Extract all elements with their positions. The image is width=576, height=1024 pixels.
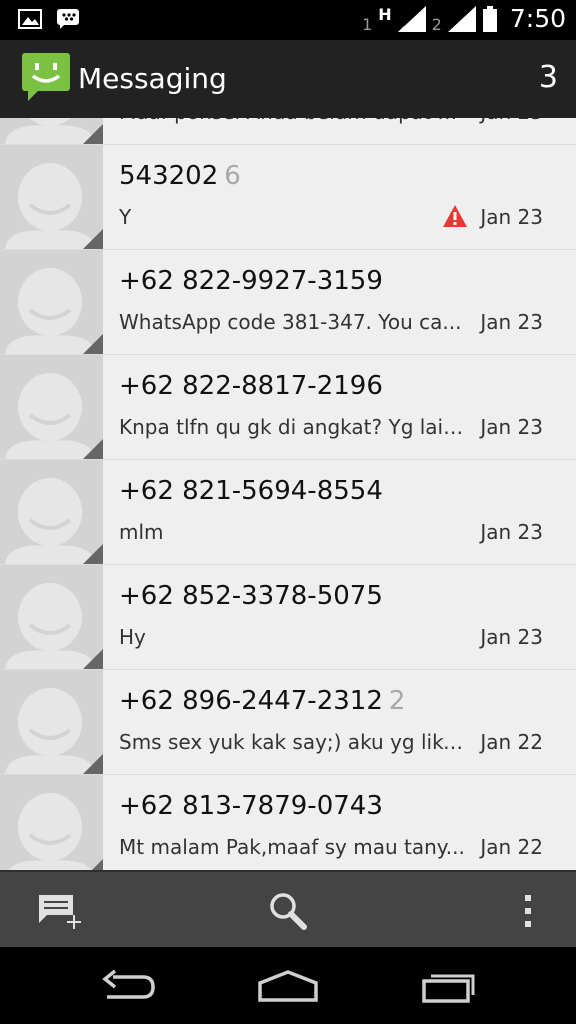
message-count: 2 bbox=[388, 686, 406, 716]
navigation-bar bbox=[0, 947, 576, 1024]
search-icon bbox=[270, 892, 307, 930]
messaging-app-icon[interactable] bbox=[22, 53, 70, 101]
conversation-row[interactable]: +62 852-3378-5075 Hy Jan 23 bbox=[0, 565, 576, 670]
contact-name: +62 852-3378-5075 bbox=[119, 581, 383, 611]
recents-button[interactable] bbox=[390, 947, 510, 1024]
conversation-row[interactable]: +62 896-2447-2312 2 Sms sex yuk kak say;)… bbox=[0, 670, 576, 775]
default-contact-icon bbox=[0, 670, 103, 774]
message-snippet: mlm bbox=[119, 520, 164, 544]
contact-avatar[interactable] bbox=[0, 670, 103, 774]
app-title: Messaging bbox=[78, 62, 227, 95]
contact-name: +62 821-5694-8554 bbox=[119, 476, 383, 506]
bottom-action-bar bbox=[0, 870, 576, 949]
gallery-notification-icon bbox=[18, 9, 42, 29]
status-bar: 1 H 2 7:50 bbox=[0, 0, 576, 40]
overflow-menu-button[interactable] bbox=[468, 872, 576, 949]
conversation-row[interactable]: +62 821-5694-8554 mlm Jan 23 bbox=[0, 460, 576, 565]
signal-sim1-icon bbox=[397, 5, 426, 32]
default-contact-icon bbox=[0, 460, 103, 564]
back-button[interactable] bbox=[68, 947, 188, 1024]
contact-avatar[interactable] bbox=[0, 118, 103, 144]
conversation-row[interactable]: Maaf ponsel Anda belum dapat di... Jan 2… bbox=[0, 118, 576, 145]
contact-avatar[interactable] bbox=[0, 145, 103, 249]
home-icon bbox=[258, 969, 318, 1002]
home-button[interactable] bbox=[228, 947, 348, 1024]
contact-name: +62 822-8817-2196 bbox=[119, 371, 383, 401]
unread-count-badge: 3 bbox=[538, 60, 558, 95]
network-type-label: H bbox=[378, 5, 392, 24]
contact-avatar[interactable] bbox=[0, 460, 103, 564]
contact-avatar[interactable] bbox=[0, 355, 103, 459]
action-bar: Messaging 3 bbox=[0, 40, 576, 118]
new-message-button[interactable] bbox=[0, 872, 120, 949]
message-date: Jan 23 bbox=[480, 310, 543, 334]
new-message-icon bbox=[39, 894, 81, 929]
contact-name: +62 896-2447-2312 2 bbox=[119, 686, 406, 716]
conversation-row[interactable]: +62 813-7879-0743 Mt malam Pak,maaf sy m… bbox=[0, 775, 576, 870]
conversation-row[interactable]: +62 822-9927-3159 WhatsApp code 381-347.… bbox=[0, 250, 576, 355]
default-contact-icon bbox=[0, 565, 103, 669]
message-snippet: Maaf ponsel Anda belum dapat di... bbox=[119, 118, 467, 124]
message-snippet: Hy bbox=[119, 625, 146, 649]
overflow-menu-icon bbox=[525, 894, 531, 927]
signal-sim2-icon bbox=[447, 5, 476, 32]
default-contact-icon bbox=[0, 250, 103, 354]
conversation-row[interactable]: +62 822-8817-2196 Knpa tlfn qu gk di ang… bbox=[0, 355, 576, 460]
message-date: Jan 23 bbox=[480, 520, 543, 544]
message-date: Jan 23 bbox=[480, 415, 543, 439]
default-contact-icon bbox=[0, 145, 103, 249]
contact-name: 543202 6 bbox=[119, 161, 241, 191]
default-contact-icon bbox=[0, 355, 103, 459]
message-date: Jan 23 bbox=[480, 118, 543, 124]
contact-avatar[interactable] bbox=[0, 250, 103, 354]
sim2-label: 2 bbox=[431, 15, 442, 34]
clock: 7:50 bbox=[509, 4, 566, 33]
message-date: Jan 22 bbox=[480, 835, 543, 859]
message-snippet: Mt malam Pak,maaf sy mau tany... bbox=[119, 835, 465, 859]
message-snippet: Knpa tlfn qu gk di angkat? Yg lain... bbox=[119, 415, 467, 439]
default-contact-icon bbox=[0, 118, 103, 144]
sim1-label: 1 bbox=[362, 15, 373, 34]
message-snippet: Sms sex yuk kak say;) aku yg like... bbox=[119, 730, 467, 754]
message-date: Jan 23 bbox=[480, 205, 543, 229]
message-count: 6 bbox=[224, 161, 241, 191]
back-icon bbox=[102, 969, 155, 999]
contact-avatar[interactable] bbox=[0, 565, 103, 669]
contact-name: +62 813-7879-0743 bbox=[119, 791, 383, 821]
message-date: Jan 22 bbox=[480, 730, 543, 754]
message-snippet: Y bbox=[119, 205, 132, 229]
default-contact-icon bbox=[0, 775, 103, 870]
bbm-notification-icon bbox=[57, 9, 79, 29]
conversation-list[interactable]: Maaf ponsel Anda belum dapat di... Jan 2… bbox=[0, 118, 576, 870]
contact-name: +62 822-9927-3159 bbox=[119, 266, 383, 296]
message-date: Jan 23 bbox=[480, 625, 543, 649]
search-button[interactable] bbox=[228, 872, 348, 949]
battery-icon bbox=[482, 5, 497, 32]
recents-icon bbox=[422, 974, 475, 1003]
message-snippet: WhatsApp code 381-347. You ca... bbox=[119, 310, 462, 334]
conversation-row[interactable]: 543202 6 Y Jan 23 bbox=[0, 145, 576, 250]
contact-avatar[interactable] bbox=[0, 775, 103, 870]
